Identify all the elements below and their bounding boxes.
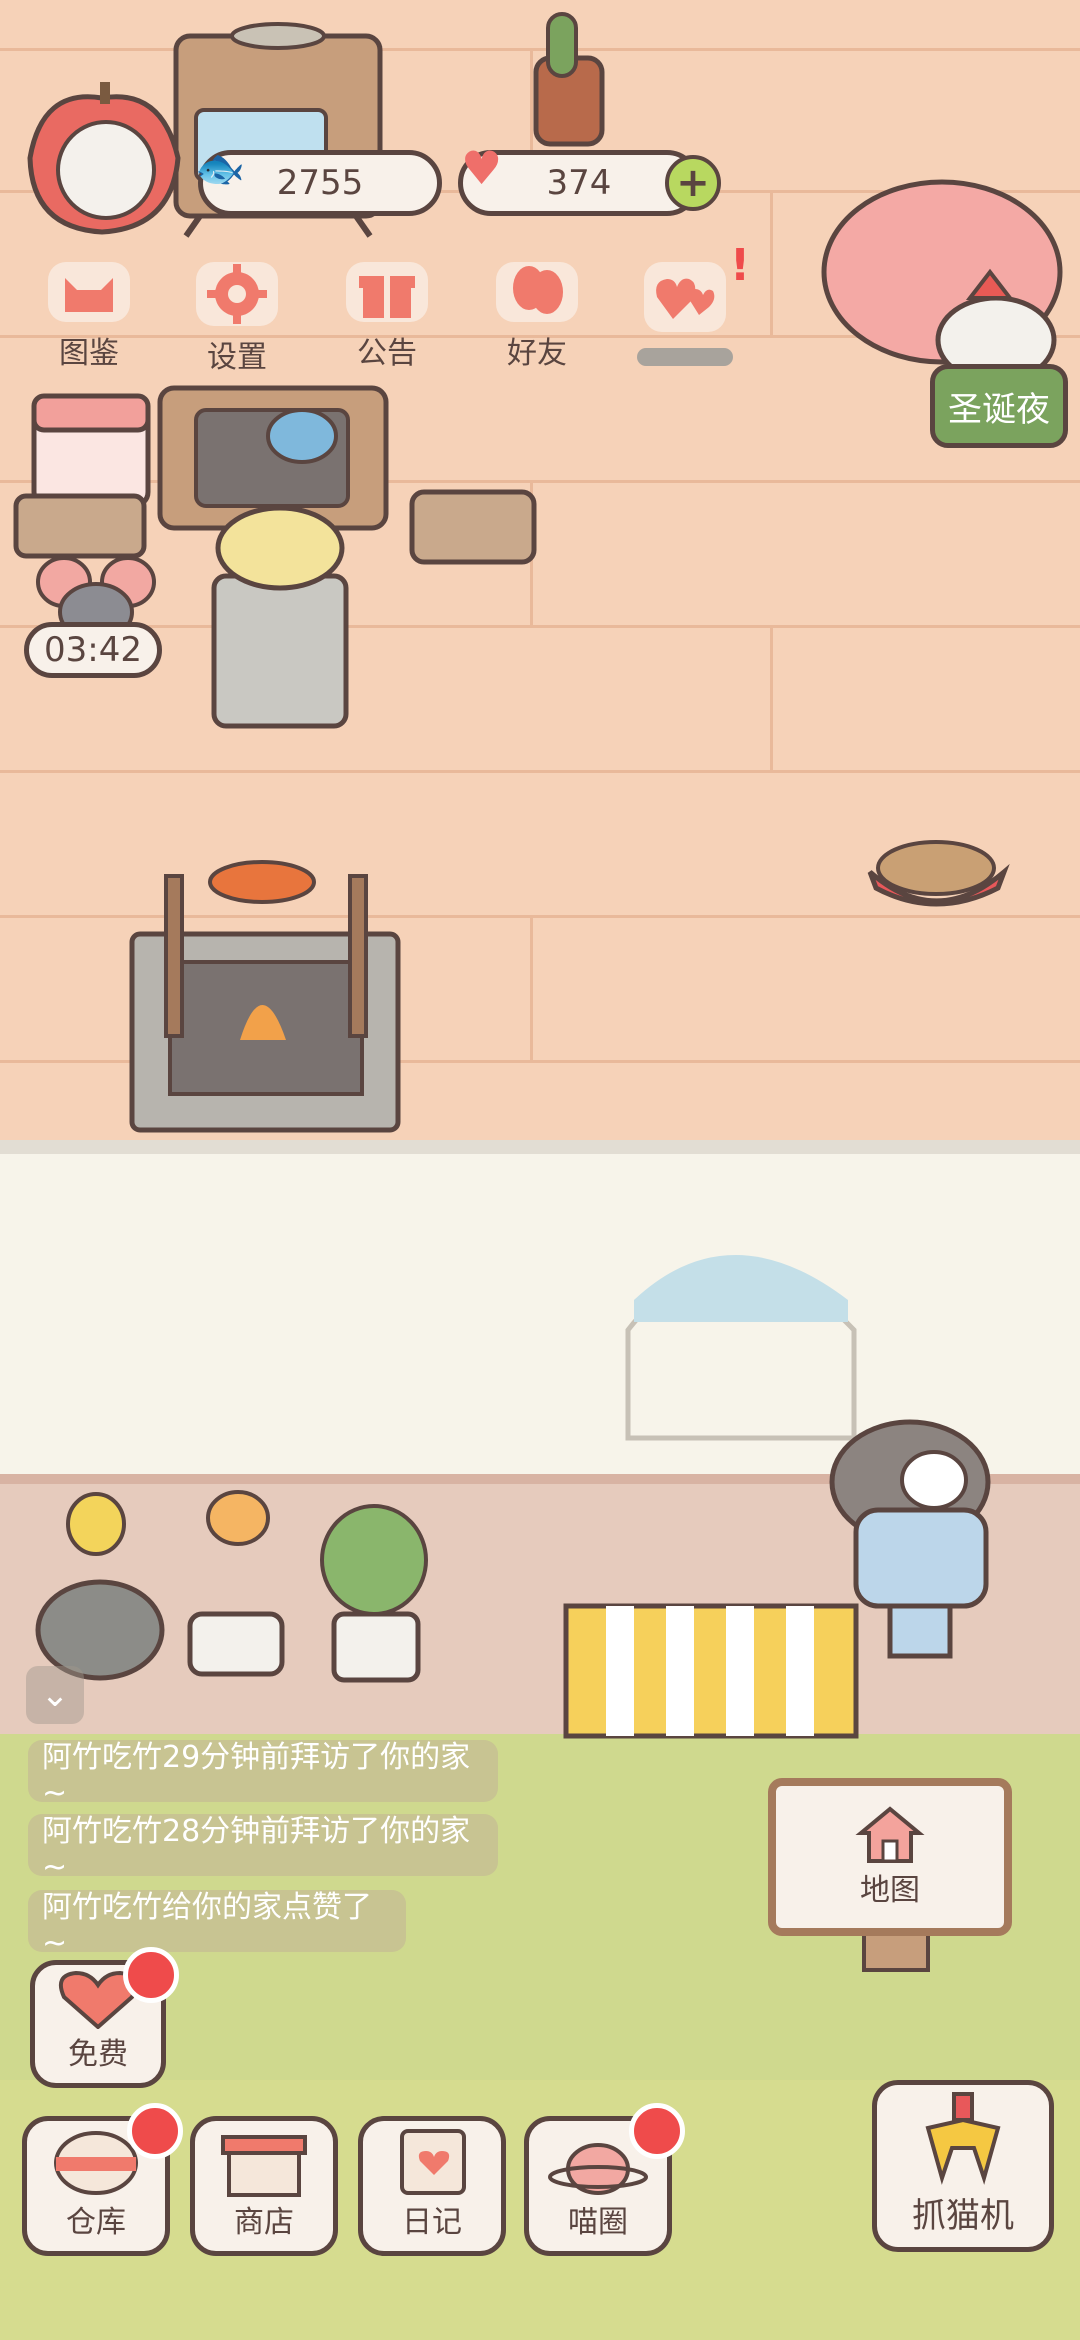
campfire-grill[interactable] [129, 860, 401, 1133]
visit-notification: 阿竹吃竹28分钟前拜访了你的家~ [28, 1814, 498, 1885]
christmas-event-button[interactable]: 圣诞夜 [930, 364, 1068, 448]
hearts-icon [644, 262, 726, 332]
menu-hearts[interactable]: ! [630, 240, 750, 372]
notification-dot [123, 1947, 179, 2003]
wooden-stool[interactable] [409, 489, 537, 565]
menu-collection[interactable]: 图鉴 [34, 262, 144, 372]
house-icon [855, 1806, 925, 1863]
chevron-down-icon: ⌄ [40, 1675, 70, 1715]
heart-icon: ♥ [461, 141, 503, 195]
claw-machine-button[interactable]: 抓猫机 [872, 2080, 1054, 2252]
claw-icon [925, 2092, 1001, 2185]
free-button[interactable]: 免费 [30, 1947, 179, 2088]
menu-announcement-label: 公告 [357, 336, 417, 371]
notification-text: 阿竹吃竹28分钟前拜访了你的家~ [42, 1813, 471, 1885]
heart-count-value: 374 [546, 163, 612, 203]
hearts-progress-bar [637, 348, 733, 366]
menu-announcement[interactable]: 公告 [332, 262, 442, 372]
gear-icon [196, 262, 278, 326]
menu-friends-label: 好友 [507, 336, 567, 371]
alert-icon: ! [730, 240, 751, 291]
notification-dot [629, 2103, 685, 2159]
menu-collection-label: 图鉴 [59, 336, 119, 371]
player-avatar[interactable] [12, 78, 192, 238]
cat-circle-label: 喵圈 [568, 2205, 628, 2240]
cactus-plant[interactable] [533, 12, 605, 147]
shop-button[interactable]: 商店 [190, 2116, 338, 2256]
shop-icon [221, 2135, 307, 2197]
claw-machine-label: 抓猫机 [912, 2196, 1014, 2236]
side-table[interactable] [13, 493, 147, 559]
apple-avatar-icon [27, 82, 181, 235]
menu-settings-label: 设置 [207, 340, 267, 375]
leafy-plant-pot[interactable] [320, 1504, 428, 1683]
calendar-decor[interactable] [31, 393, 151, 509]
fish-counter: 🐟 2755 [195, 146, 442, 216]
timer-display: 03:42 [24, 622, 162, 678]
diary-icon [400, 2129, 466, 2195]
event-label: 圣诞夜 [948, 389, 1050, 430]
gift-icon [346, 262, 428, 322]
timer-value: 03:42 [44, 630, 142, 670]
cat-circle-button[interactable]: 喵圈 [524, 2103, 685, 2256]
fish-icon: 🐟 [195, 146, 245, 192]
stove-cabinet[interactable] [157, 385, 389, 729]
notification-text: 阿竹吃竹给你的家点赞了~ [42, 1889, 372, 1961]
arched-window[interactable] [625, 1255, 857, 1441]
notification-dot [127, 2103, 183, 2159]
collapse-feed-button[interactable]: ⌄ [26, 1666, 84, 1724]
warehouse-button[interactable]: 仓库 [22, 2103, 183, 2256]
tulip-pot[interactable] [35, 1492, 165, 1681]
striped-rug[interactable] [563, 1603, 859, 1739]
cat-food-bowl[interactable] [867, 840, 1010, 907]
map-button[interactable]: 地图 [768, 1778, 1012, 1936]
heart-counter: ♥ 374 + [458, 141, 721, 216]
diary-button[interactable]: 日记 [358, 2116, 506, 2256]
free-label: 免费 [68, 2037, 128, 2072]
notification-text: 阿竹吃竹29分钟前拜访了你的家~ [42, 1739, 471, 1811]
visit-notification: 阿竹吃竹29分钟前拜访了你的家~ [28, 1740, 498, 1811]
like-notification: 阿竹吃竹给你的家点赞了~ [28, 1890, 406, 1961]
orange-flower-pot[interactable] [187, 1490, 285, 1677]
add-hearts-button[interactable]: + [665, 155, 721, 211]
menu-friends[interactable]: 好友 [482, 262, 592, 372]
menu-settings[interactable]: 设置 [182, 262, 292, 375]
warehouse-label: 仓库 [66, 2205, 126, 2240]
fish-count-value: 2755 [276, 163, 364, 203]
signpost-pole [862, 1928, 930, 1972]
cat-head-icon [48, 262, 130, 322]
map-label: 地图 [860, 1873, 920, 1908]
friends-icon [496, 262, 578, 322]
shop-label: 商店 [234, 2205, 294, 2240]
diary-label: 日记 [402, 2205, 462, 2240]
